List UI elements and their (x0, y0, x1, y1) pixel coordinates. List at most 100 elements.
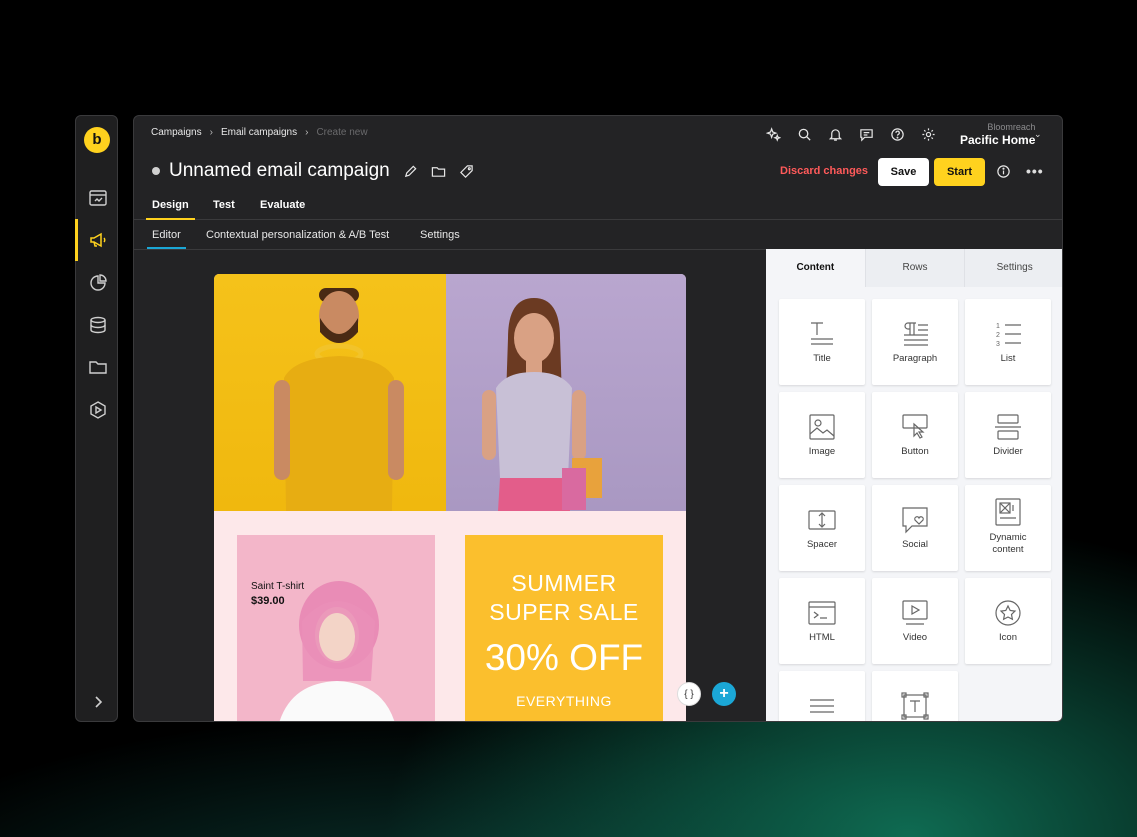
tab-settings[interactable]: Settings (420, 229, 460, 241)
list-icon: 1 2 3 (996, 323, 1021, 348)
block-text-lines[interactable] (779, 671, 865, 721)
campaign-title-bar: Unnamed email campaign (152, 160, 474, 182)
sale-line-2: SUPER SALE (489, 599, 639, 625)
block-html[interactable]: HTML (779, 578, 865, 664)
social-icon (902, 507, 928, 534)
lines-icon (810, 699, 834, 713)
block-button[interactable]: Button (872, 392, 958, 478)
chat-icon[interactable] (857, 125, 875, 143)
breadcrumb-campaigns[interactable]: Campaigns (151, 127, 202, 138)
chevron-right-icon[interactable] (76, 687, 119, 717)
divider-icon (995, 414, 1021, 440)
sale-subtitle: EVERYTHING (516, 693, 612, 709)
product-card[interactable]: Saint T-shirt $39.00 (237, 535, 435, 721)
start-button[interactable]: Start (934, 158, 985, 186)
block-title-label: Title (813, 353, 831, 364)
tab-personalization[interactable]: Contextual personalization & A/B Test (206, 229, 389, 241)
block-dynamic-content-label: Dynamic content (989, 532, 1027, 555)
save-button[interactable]: Save (878, 158, 929, 186)
content-panel: Content Rows Settings Title Paragraph 1 2… (766, 249, 1062, 721)
text-box-icon (901, 692, 929, 720)
sale-banner[interactable]: SUMMER SUPER SALE 30% OFF EVERYTHING (465, 535, 663, 721)
play-hexagon-icon[interactable] (76, 395, 119, 425)
panel-tab-content[interactable]: Content (766, 249, 865, 287)
block-title[interactable]: Title (779, 299, 865, 385)
block-social-label: Social (902, 539, 928, 550)
bell-icon[interactable] (826, 125, 844, 143)
block-divider-label: Divider (993, 446, 1023, 457)
tab-test[interactable]: Test (213, 199, 235, 211)
megaphone-icon[interactable] (75, 219, 119, 261)
discard-changes-link[interactable]: Discard changes (780, 165, 868, 177)
block-video-label: Video (902, 632, 928, 643)
email-preview[interactable]: Saint T-shirt $39.00 SUMMER SUPER SALE 30… (214, 274, 686, 721)
button-icon (902, 414, 928, 439)
block-dynamic-content[interactable]: Dynamic content (965, 485, 1051, 571)
tab-design[interactable]: Design (146, 199, 195, 220)
svg-text:1: 1 (996, 323, 1000, 330)
html-icon (808, 601, 836, 625)
block-list[interactable]: 1 2 3 List (965, 299, 1051, 385)
product-name: Saint T-shirt (251, 581, 305, 592)
org-name: Bloomreach (987, 122, 1036, 132)
paragraph-icon (904, 322, 928, 346)
folder-icon[interactable] (76, 352, 119, 382)
block-list-label: List (1000, 353, 1016, 364)
dynamic-content-icon (995, 498, 1021, 526)
add-row-button[interactable]: + (712, 682, 736, 706)
chevron-right-icon: › (209, 127, 213, 138)
title-icon (811, 322, 833, 345)
block-spacer[interactable]: Spacer (779, 485, 865, 571)
bloomreach-logo[interactable]: b (84, 127, 110, 153)
spacer-icon (808, 510, 836, 530)
block-divider[interactable]: Divider (965, 392, 1051, 478)
product-price: $39.00 (251, 595, 285, 607)
breadcrumb-email-campaigns[interactable]: Email campaigns (221, 127, 297, 138)
account-switcher[interactable]: Bloomreach Pacific Home (960, 122, 1035, 147)
search-icon[interactable] (795, 125, 813, 143)
panel-tab-rows[interactable]: Rows (864, 249, 965, 287)
block-paragraph-label: Paragraph (892, 353, 938, 364)
chevron-right-icon: › (305, 127, 309, 138)
block-icon-label: Icon (999, 632, 1017, 643)
video-icon (902, 600, 928, 625)
block-image-label: Image (808, 446, 836, 457)
main-window: Campaigns › Email campaigns › Create new… (133, 115, 1063, 722)
help-icon[interactable] (888, 125, 906, 143)
primary-tabs: Design Test Evaluate (134, 194, 1062, 220)
block-html-label: HTML (809, 632, 835, 643)
tab-evaluate[interactable]: Evaluate (260, 199, 305, 211)
settings-gear-icon[interactable] (919, 125, 937, 143)
tag-icon[interactable] (459, 164, 474, 179)
secondary-tabs: Editor Contextual personalization & A/B … (134, 221, 1062, 250)
database-icon[interactable] (76, 310, 119, 340)
panel-tabs: Content Rows Settings (766, 249, 1062, 287)
info-icon[interactable] (996, 164, 1011, 179)
app-sidebar: b (75, 115, 118, 722)
more-options-icon[interactable]: ••• (1026, 163, 1044, 179)
sale-line-1: SUMMER (511, 570, 617, 596)
pie-chart-icon[interactable] (76, 268, 119, 298)
pencil-icon[interactable] (403, 164, 418, 179)
block-button-label: Button (901, 446, 929, 457)
block-icon[interactable]: Icon (965, 578, 1051, 664)
hero-photo-man[interactable] (214, 274, 446, 511)
status-dot (152, 167, 160, 175)
svg-text:2: 2 (996, 332, 1000, 339)
block-video[interactable]: Video (872, 578, 958, 664)
folder-icon[interactable] (431, 164, 446, 179)
breadcrumb: Campaigns › Email campaigns › Create new (151, 127, 368, 138)
block-paragraph[interactable]: Paragraph (872, 299, 958, 385)
merge-tag-button[interactable]: { } (677, 682, 701, 706)
block-image[interactable]: Image (779, 392, 865, 478)
dashboard-icon[interactable] (76, 183, 119, 213)
star-circle-icon (995, 600, 1021, 626)
hero-photo-woman[interactable] (446, 274, 686, 511)
sparkle-icon[interactable] (764, 125, 782, 143)
block-text-box[interactable] (872, 671, 958, 721)
tab-editor[interactable]: Editor (147, 229, 186, 249)
block-social[interactable]: Social (872, 485, 958, 571)
panel-tab-settings[interactable]: Settings (964, 249, 1062, 287)
top-toolbar (764, 125, 937, 143)
chevron-down-icon[interactable]: ⌄ (1034, 129, 1042, 140)
